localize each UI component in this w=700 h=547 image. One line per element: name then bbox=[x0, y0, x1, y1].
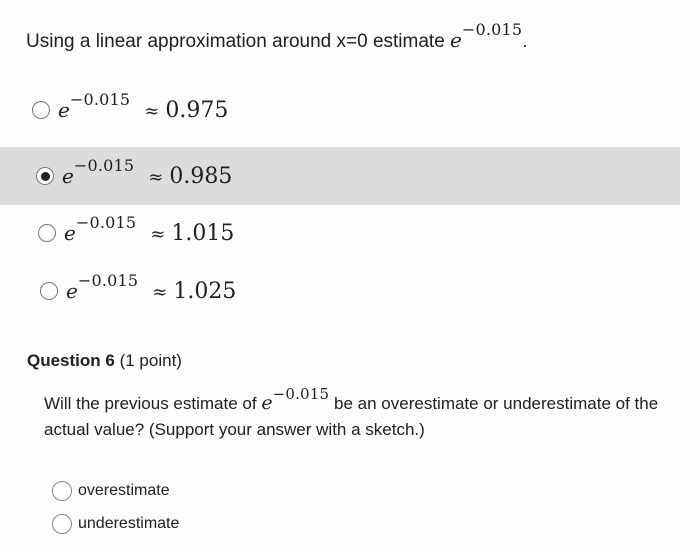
question-6-text: Will the previous estimate of e−0.015 be… bbox=[44, 385, 684, 443]
radio-button-selected-icon[interactable] bbox=[36, 167, 54, 185]
option-value: 0.975 bbox=[165, 97, 229, 123]
prompt-period: . bbox=[522, 32, 528, 51]
option-value: 1.015 bbox=[171, 220, 235, 246]
prompt-math: e−0.015. bbox=[450, 20, 528, 52]
answer-label: overestimate bbox=[78, 482, 170, 499]
option-4-math: e −0.015 ≈1.025 bbox=[66, 271, 237, 304]
option-exponent: −0.015 bbox=[69, 89, 131, 109]
answer-option-1[interactable]: e −0.015 ≈0.975 bbox=[0, 81, 680, 139]
option-3-math: e −0.015 ≈1.015 bbox=[64, 213, 235, 246]
option-base: e bbox=[64, 220, 76, 245]
answer-option-4[interactable]: e −0.015 ≈1.025 bbox=[0, 262, 680, 320]
option-value: 1.025 bbox=[173, 278, 237, 304]
question-6-text-before: Will the previous estimate of bbox=[44, 394, 257, 413]
question-6-points: (1 point) bbox=[119, 351, 182, 370]
question-6-title: Question 6 bbox=[27, 351, 115, 370]
radio-button-icon[interactable] bbox=[32, 101, 50, 119]
approx-symbol: ≈ bbox=[152, 281, 168, 303]
question-6-math: e−0.015 bbox=[261, 385, 329, 414]
radio-button-icon[interactable] bbox=[38, 224, 56, 242]
question-6-exponent: −0.015 bbox=[272, 385, 330, 403]
option-base: e bbox=[66, 278, 78, 303]
option-exponent: −0.015 bbox=[77, 270, 139, 290]
option-base: e bbox=[62, 163, 74, 188]
prompt-exponent: −0.015 bbox=[461, 20, 523, 39]
radio-button-icon[interactable] bbox=[40, 282, 58, 300]
approx-symbol: ≈ bbox=[148, 166, 164, 188]
option-value: 0.985 bbox=[169, 163, 233, 189]
radio-button-icon[interactable] bbox=[52, 514, 72, 534]
option-1-math: e −0.015 ≈0.975 bbox=[58, 90, 229, 123]
option-exponent: −0.015 bbox=[75, 212, 137, 232]
question-5-prompt-text: Using a linear approximation around x=0 … bbox=[26, 31, 445, 52]
question-6-header: Question 6 (1 point) bbox=[27, 351, 182, 371]
answer-underestimate[interactable]: underestimate bbox=[52, 512, 179, 536]
answer-option-2[interactable]: e −0.015 ≈0.985 bbox=[0, 147, 680, 205]
prompt-base: e bbox=[450, 28, 462, 52]
radio-dot-icon bbox=[40, 171, 50, 181]
option-2-math: e −0.015 ≈0.985 bbox=[62, 156, 233, 189]
answer-option-3[interactable]: e −0.015 ≈1.015 bbox=[0, 204, 680, 262]
radio-button-icon[interactable] bbox=[52, 481, 72, 501]
answer-label: underestimate bbox=[78, 515, 180, 532]
question-5-prompt: Using a linear approximation around x=0 … bbox=[26, 20, 528, 53]
approx-symbol: ≈ bbox=[150, 223, 166, 245]
option-exponent: −0.015 bbox=[73, 155, 135, 175]
approx-symbol: ≈ bbox=[144, 100, 160, 122]
answer-overestimate[interactable]: overestimate bbox=[52, 479, 170, 503]
option-base: e bbox=[58, 97, 70, 122]
question-6-base: e bbox=[261, 392, 273, 414]
